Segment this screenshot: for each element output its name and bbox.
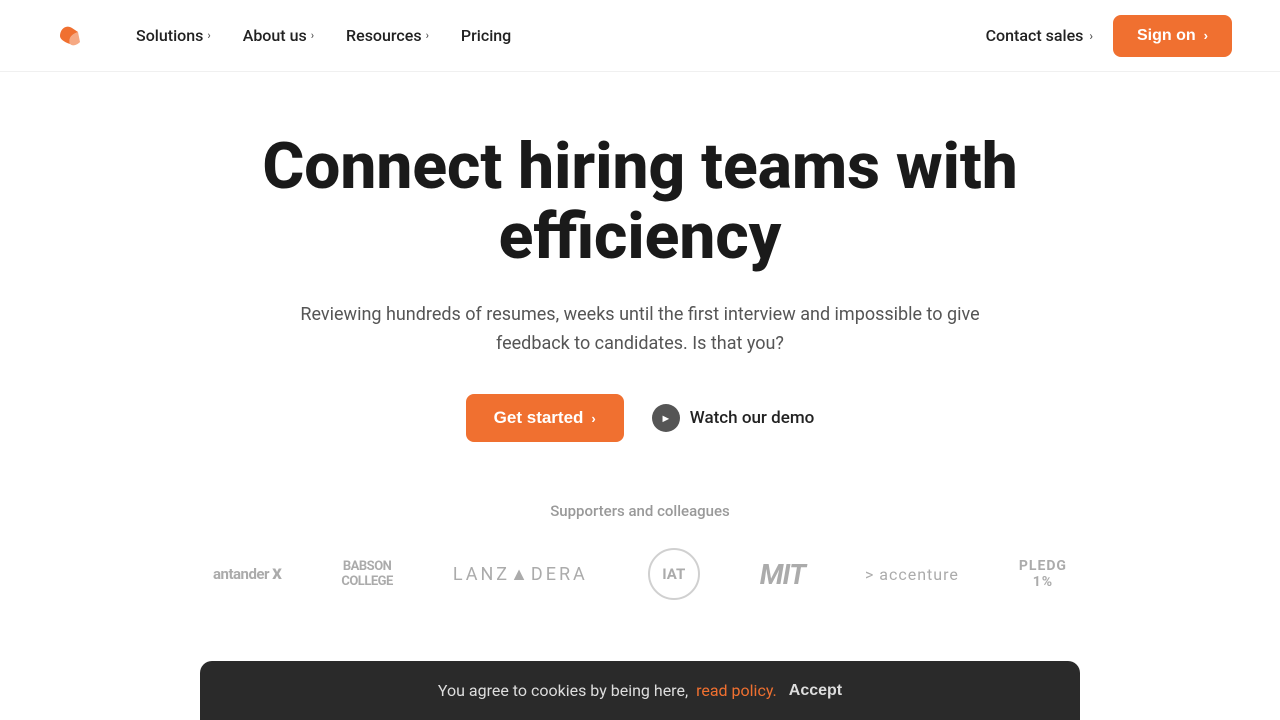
sign-on-button[interactable]: Sign on › <box>1113 15 1232 57</box>
sign-on-label: Sign on <box>1137 27 1196 45</box>
supporters-section: Supporters and colleagues antander X BAB… <box>0 482 1280 620</box>
get-started-chevron-icon: › <box>591 411 595 426</box>
lanzadera-logo: LANZ▲DERA <box>453 564 588 585</box>
nav-resources[interactable]: Resources › <box>334 18 441 53</box>
accenture-logo: > accenture <box>865 565 959 584</box>
contact-sales-link[interactable]: Contact sales › <box>982 18 1097 53</box>
watch-demo-link[interactable]: ► Watch our demo <box>652 404 815 432</box>
hero-buttons: Get started › ► Watch our demo <box>466 394 815 442</box>
about-chevron-icon: › <box>311 29 314 42</box>
cookie-banner: You agree to cookies by being here, read… <box>200 661 1080 720</box>
logo[interactable] <box>48 14 92 58</box>
hero-heading: Connect hiring teams with efficiency <box>262 132 1017 273</box>
hero-subtext: Reviewing hundreds of resumes, weeks unt… <box>300 301 980 359</box>
about-label: About us <box>243 26 307 45</box>
hero-heading-line1: Connect hiring teams with <box>262 129 1017 204</box>
sign-on-chevron-icon: › <box>1204 28 1208 43</box>
nav-about[interactable]: About us › <box>231 18 326 53</box>
solutions-chevron-icon: › <box>207 29 210 42</box>
solutions-label: Solutions <box>136 26 203 45</box>
hero-section: Connect hiring teams with efficiency Rev… <box>0 72 1280 482</box>
play-icon: ► <box>652 404 680 432</box>
read-policy-link[interactable]: read policy. <box>696 681 777 700</box>
nav-solutions[interactable]: Solutions › <box>124 18 223 53</box>
accept-cookies-button[interactable]: Accept <box>789 682 842 700</box>
contact-sales-label: Contact sales <box>986 26 1084 45</box>
resources-label: Resources <box>346 26 422 45</box>
navbar: Solutions › About us › Resources › Prici… <box>0 0 1280 72</box>
nav-pricing[interactable]: Pricing <box>449 18 523 53</box>
mit-logo: MIT <box>760 558 805 591</box>
get-started-label: Get started <box>494 408 584 428</box>
resources-chevron-icon: › <box>426 29 429 42</box>
babson-logo: BABSONCOLLEGE <box>341 559 393 590</box>
contact-sales-chevron-icon: › <box>1089 29 1093 43</box>
get-started-button[interactable]: Get started › <box>466 394 624 442</box>
supporters-label: Supporters and colleagues <box>48 502 1232 520</box>
iat-logo: IAT <box>648 548 700 600</box>
pricing-label: Pricing <box>461 26 511 45</box>
nav-right: Contact sales › Sign on › <box>982 15 1232 57</box>
hero-heading-line2: efficiency <box>499 199 782 274</box>
logos-row: antander X BABSONCOLLEGE LANZ▲DERA IAT M… <box>48 548 1232 600</box>
watch-demo-label: Watch our demo <box>690 408 815 428</box>
pledg1-logo: PLEDG1% <box>1019 558 1067 592</box>
antander-logo: antander X <box>213 565 281 583</box>
cookie-message: You agree to cookies by being here, <box>438 681 688 700</box>
nav-links: Solutions › About us › Resources › Prici… <box>124 18 982 53</box>
